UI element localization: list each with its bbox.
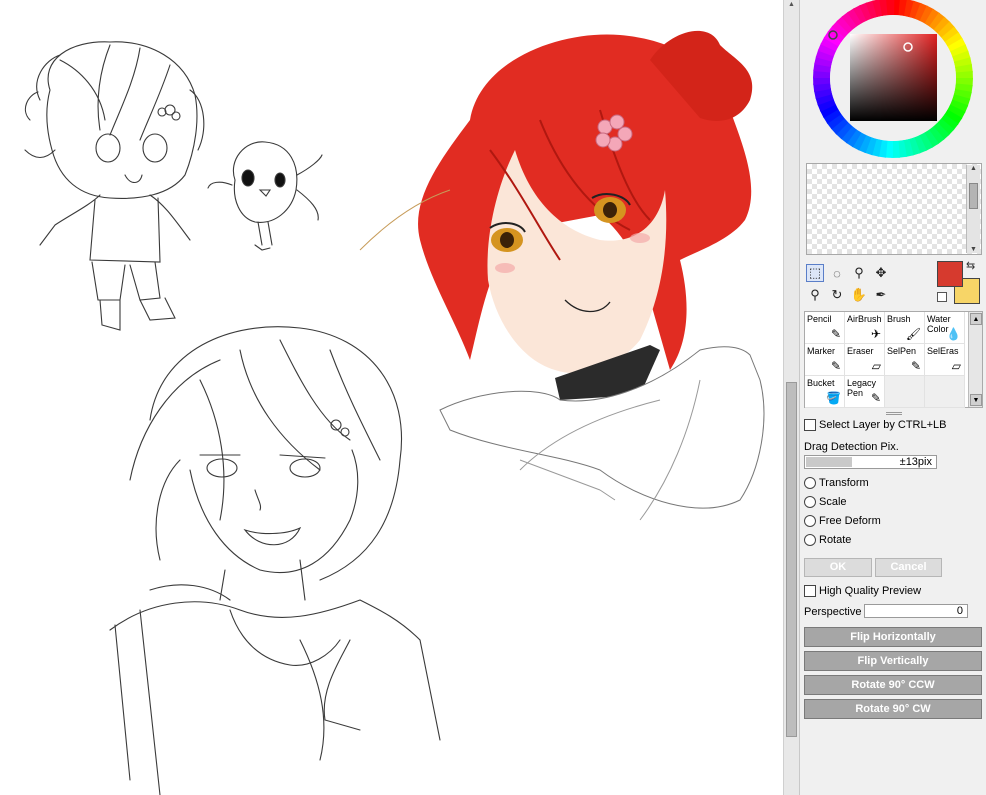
panel-splitter[interactable]	[886, 412, 902, 415]
hand-icon[interactable]: ✋	[850, 286, 868, 304]
brush-palette: Pencil ✎ AirBrush ✈ Brush 🖌 Water Color 💧 Marker ✎…	[804, 311, 983, 408]
drag-detection-fill	[806, 457, 852, 467]
ok-button[interactable]: OK	[804, 558, 872, 577]
rotate-label: Rotate	[819, 534, 852, 546]
drawing-canvas[interactable]	[0, 0, 783, 795]
brush-label: SelEras	[927, 346, 959, 356]
brush-eraser-icon: ▱	[871, 359, 881, 373]
select-layer-label: Select Layer by CTRL+LB	[819, 419, 947, 431]
drag-detection-label: Drag Detection Pix.	[804, 441, 899, 453]
brush-label: Eraser	[847, 346, 874, 356]
brush-marker[interactable]: Marker ✎	[805, 344, 845, 376]
eyedropper-icon[interactable]: ✒	[872, 286, 890, 304]
brush-airbrush-icon: ✈	[870, 327, 881, 341]
artwork	[24, 30, 765, 795]
brush-label: Pencil	[807, 314, 832, 324]
brush-legacy[interactable]: Legacy Pen ✎	[845, 376, 885, 408]
swap-colors-icon[interactable]: ⇆	[966, 259, 975, 272]
preview-scrollbar[interactable]: ▲ ▼	[966, 165, 980, 253]
brush-pencil[interactable]: Pencil ✎	[805, 312, 845, 344]
brush-seleras-icon: ▱	[951, 359, 961, 373]
brush-water[interactable]: Water Color 💧	[925, 312, 965, 344]
brush-empty-slot[interactable]	[925, 376, 965, 408]
reset-colors-icon[interactable]	[937, 292, 947, 302]
magic-wand-icon[interactable]: ⚲	[850, 264, 868, 282]
drag-detection-value: ±13pix	[899, 456, 932, 468]
transform-radio[interactable]: Transform	[804, 477, 869, 489]
brush-water-icon: 💧	[946, 327, 961, 341]
transform-label: Transform	[819, 477, 869, 489]
brush-selpen[interactable]: SelPen ✎	[885, 344, 925, 376]
tool-panel: ▲ ▼ ⬚ ◌ ⚲ ✥ ⚲ ↻ ✋ ✒ ⇆ Pencil ✎ AirBrush ✈ Brush 🖌 Wat…	[799, 0, 986, 795]
brush-empty-slot[interactable]	[885, 376, 925, 408]
preview-scroll-thumb	[969, 183, 978, 209]
brush-brush[interactable]: Brush 🖌	[885, 312, 925, 344]
brush-brush-icon: 🖌	[905, 327, 921, 341]
main-color-overlay	[937, 261, 963, 287]
brush-scroll-down-icon[interactable]: ▼	[970, 394, 982, 406]
arrow-up-icon: ▲	[970, 165, 977, 172]
brush-bucket[interactable]: Bucket 🪣	[805, 376, 845, 408]
scroll-up-icon[interactable]: ▲	[785, 0, 798, 10]
brush-scrollbar[interactable]: ▲ ▼	[968, 312, 982, 407]
arrow-down-icon: ▼	[970, 246, 977, 253]
zoom-icon[interactable]: ⚲	[806, 286, 824, 304]
rotate-radio[interactable]: Rotate	[804, 534, 851, 546]
perspective-slider[interactable]: 0	[864, 604, 968, 618]
lasso-icon[interactable]: ◌	[828, 264, 846, 282]
canvas-vertical-scrollbar[interactable]: ▲	[783, 0, 799, 795]
perspective-label: Perspective	[804, 606, 862, 618]
rotate-icon[interactable]: ↻	[828, 286, 846, 304]
flip-vertically-button[interactable]: Flip Vertically	[804, 651, 982, 671]
rotate-cw-button[interactable]: Rotate 90° CW	[804, 699, 982, 719]
brush-eraser[interactable]: Eraser ▱	[845, 344, 885, 376]
brush-scroll-up-icon[interactable]: ▲	[970, 313, 982, 325]
hq-preview-checkbox[interactable]: High Quality Preview	[804, 585, 921, 597]
brush-legacy-icon: ✎	[870, 391, 881, 405]
brush-label: Brush	[887, 314, 911, 324]
flip-horizontally-button[interactable]: Flip Horizontally	[804, 627, 982, 647]
hq-preview-label: High Quality Preview	[819, 585, 922, 597]
select-layer-checkbox[interactable]: Select Layer by CTRL+LB	[804, 419, 946, 431]
move-icon[interactable]: ✥	[872, 264, 890, 282]
scroll-thumb[interactable]	[786, 382, 797, 737]
perspective-value: 0	[956, 605, 963, 617]
scale-radio[interactable]: Scale	[804, 496, 847, 508]
color-wheel[interactable]	[812, 0, 974, 160]
navigator-preview[interactable]: ▲ ▼	[806, 163, 982, 255]
select-rect-icon[interactable]: ⬚	[806, 264, 824, 282]
brush-bucket-icon: 🪣	[826, 391, 841, 405]
brush-marker-icon: ✎	[830, 359, 841, 373]
brush-label: Legacy	[847, 378, 877, 388]
brush-label: Water	[927, 314, 951, 324]
brush-selpen-icon: ✎	[910, 359, 921, 373]
drag-detection-slider[interactable]: ±13pix	[804, 455, 937, 469]
scale-label: Scale	[819, 496, 847, 508]
rotate-ccw-button[interactable]: Rotate 90° CCW	[804, 675, 982, 695]
free-deform-label: Free Deform	[819, 515, 881, 527]
brush-seleras[interactable]: SelEras ▱	[925, 344, 965, 376]
cancel-button[interactable]: Cancel	[875, 558, 942, 577]
brush-airbrush[interactable]: AirBrush ✈	[845, 312, 885, 344]
brush-pencil-icon: ✎	[830, 327, 841, 341]
brush-label: Marker	[807, 346, 836, 356]
free-deform-radio[interactable]: Free Deform	[804, 515, 881, 527]
brush-label: AirBrush	[847, 314, 882, 324]
brush-label: SelPen	[887, 346, 917, 356]
brush-label: Bucket	[807, 378, 835, 388]
